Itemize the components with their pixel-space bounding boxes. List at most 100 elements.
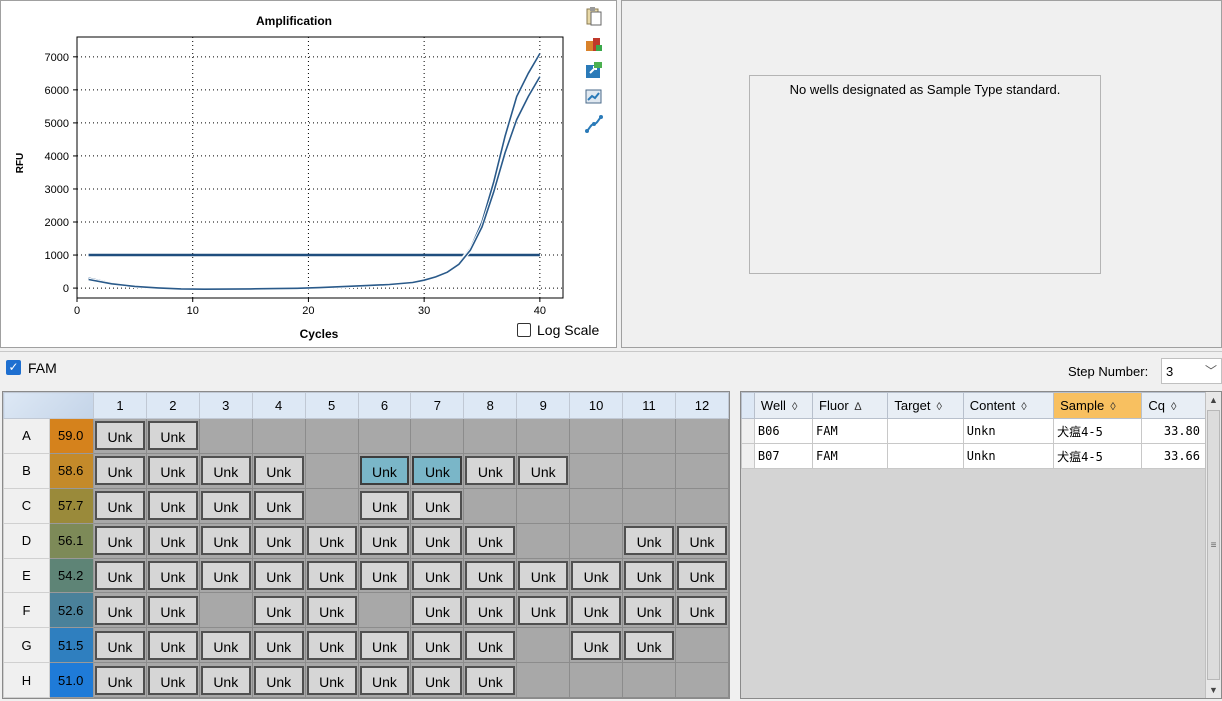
- plate-well[interactable]: Unk: [93, 557, 147, 594]
- plate-row-header[interactable]: B: [3, 452, 50, 489]
- plate-column-header[interactable]: 2: [145, 392, 200, 419]
- plate-column-header[interactable]: 8: [463, 392, 518, 419]
- well-a5[interactable]: [307, 421, 357, 450]
- plate-well[interactable]: Unk: [145, 592, 200, 629]
- plate-well[interactable]: Unk: [463, 627, 518, 664]
- well-g9[interactable]: [518, 631, 568, 660]
- results-row[interactable]: B06 FAM Unkn 犬瘟4-5 33.80: [741, 418, 1207, 444]
- plate-well[interactable]: [516, 627, 571, 664]
- well-c10[interactable]: [571, 491, 621, 520]
- plate-well[interactable]: [674, 662, 730, 698]
- plate-well[interactable]: Unk: [674, 522, 730, 559]
- plate-well[interactable]: [674, 418, 730, 454]
- well-g12[interactable]: [677, 631, 727, 660]
- plate-well[interactable]: Unk: [145, 452, 200, 489]
- plate-well[interactable]: Unk: [198, 522, 253, 559]
- sort-icon[interactable]: ◊: [937, 401, 942, 413]
- results-row-selector[interactable]: [741, 443, 755, 469]
- well-e12[interactable]: Unk: [676, 560, 727, 590]
- plate-corner[interactable]: [3, 392, 94, 419]
- well-d5[interactable]: Unk: [306, 526, 357, 556]
- plate-well[interactable]: [622, 452, 676, 489]
- plate-well[interactable]: Unk: [463, 557, 518, 594]
- plate-well[interactable]: [569, 452, 624, 489]
- plate-well[interactable]: Unk: [410, 452, 465, 489]
- well-e1[interactable]: Unk: [95, 560, 145, 590]
- well-a9[interactable]: [518, 421, 568, 450]
- well-h1[interactable]: Unk: [95, 665, 145, 695]
- plate-well[interactable]: [569, 418, 624, 454]
- copy-icon[interactable]: [583, 5, 605, 27]
- well-f10[interactable]: Unk: [571, 595, 622, 625]
- results-row[interactable]: B07 FAM Unkn 犬瘟4-5 33.66: [741, 443, 1207, 469]
- plate-well[interactable]: [357, 418, 412, 454]
- well-a10[interactable]: [571, 421, 621, 450]
- well-g10[interactable]: Unk: [571, 630, 622, 660]
- plate-well[interactable]: Unk: [410, 627, 465, 664]
- plate-well[interactable]: [516, 662, 571, 698]
- well-f4[interactable]: Unk: [253, 595, 304, 625]
- plate-well[interactable]: Unk: [569, 627, 624, 664]
- results-header-fluor[interactable]: Fluor ∆: [812, 392, 889, 419]
- well-g2[interactable]: Unk: [147, 630, 198, 660]
- plate-well[interactable]: Unk: [410, 522, 465, 559]
- results-header-well[interactable]: Well ◊: [753, 392, 814, 419]
- plate-well[interactable]: Unk: [410, 487, 465, 524]
- well-g7[interactable]: Unk: [412, 630, 463, 660]
- well-b7[interactable]: Unk: [412, 456, 463, 486]
- plate-well[interactable]: Unk: [251, 627, 306, 664]
- well-c8[interactable]: [465, 491, 515, 520]
- plate-well[interactable]: [251, 418, 306, 454]
- well-f12[interactable]: Unk: [676, 595, 727, 625]
- step-number-select[interactable]: 3 ﹀: [1161, 358, 1222, 384]
- plate-column-header[interactable]: 11: [622, 392, 676, 419]
- plate-well[interactable]: Unk: [357, 627, 412, 664]
- plate-well[interactable]: Unk: [93, 627, 147, 664]
- well-e3[interactable]: Unk: [200, 560, 251, 590]
- plate-well[interactable]: Unk: [198, 487, 253, 524]
- plate-well[interactable]: Unk: [145, 487, 200, 524]
- plate-well[interactable]: Unk: [251, 452, 306, 489]
- log-scale-box[interactable]: [517, 323, 531, 337]
- well-d12[interactable]: Unk: [676, 526, 727, 556]
- plate-well[interactable]: Unk: [463, 662, 518, 698]
- well-e10[interactable]: Unk: [571, 560, 622, 590]
- plate-well[interactable]: Unk: [463, 522, 518, 559]
- results-row-selector[interactable]: [741, 418, 755, 444]
- well-g11[interactable]: Unk: [624, 630, 674, 660]
- plate-well[interactable]: Unk: [357, 522, 412, 559]
- well-d10[interactable]: [571, 526, 621, 555]
- well-a11[interactable]: [624, 421, 674, 450]
- plate-well[interactable]: Unk: [304, 627, 359, 664]
- well-d9[interactable]: [518, 526, 568, 555]
- plate-well[interactable]: [516, 418, 571, 454]
- well-h5[interactable]: Unk: [306, 665, 357, 695]
- plate-well[interactable]: Unk: [674, 557, 730, 594]
- plate-well[interactable]: Unk: [622, 522, 676, 559]
- well-f8[interactable]: Unk: [465, 595, 516, 625]
- sort-icon[interactable]: ◊: [1110, 401, 1115, 413]
- plate-row-header[interactable]: F: [3, 592, 50, 629]
- plate-well[interactable]: Unk: [304, 592, 359, 629]
- plate-row-header[interactable]: G: [3, 627, 50, 664]
- plate-row-header[interactable]: E: [3, 557, 50, 594]
- plate-well[interactable]: Unk: [622, 627, 676, 664]
- plate-row-header[interactable]: C: [3, 487, 50, 524]
- plate-well[interactable]: Unk: [674, 592, 730, 629]
- plate-well[interactable]: [304, 487, 359, 524]
- plate-well[interactable]: [674, 627, 730, 664]
- well-b4[interactable]: Unk: [253, 456, 304, 486]
- export-icon[interactable]: [583, 59, 605, 81]
- well-f3[interactable]: [201, 596, 251, 625]
- well-e6[interactable]: Unk: [359, 560, 410, 590]
- plate-row-header[interactable]: H: [3, 662, 50, 698]
- zoom-chart-icon[interactable]: [583, 86, 605, 108]
- well-d11[interactable]: Unk: [624, 526, 674, 556]
- plate-well[interactable]: [304, 418, 359, 454]
- log-scale-checkbox[interactable]: Log Scale: [517, 322, 599, 338]
- well-b5[interactable]: [307, 456, 357, 485]
- well-g4[interactable]: Unk: [253, 630, 304, 660]
- plate-well[interactable]: Unk: [357, 662, 412, 698]
- well-c2[interactable]: Unk: [147, 491, 198, 521]
- plate-well[interactable]: Unk: [145, 662, 200, 698]
